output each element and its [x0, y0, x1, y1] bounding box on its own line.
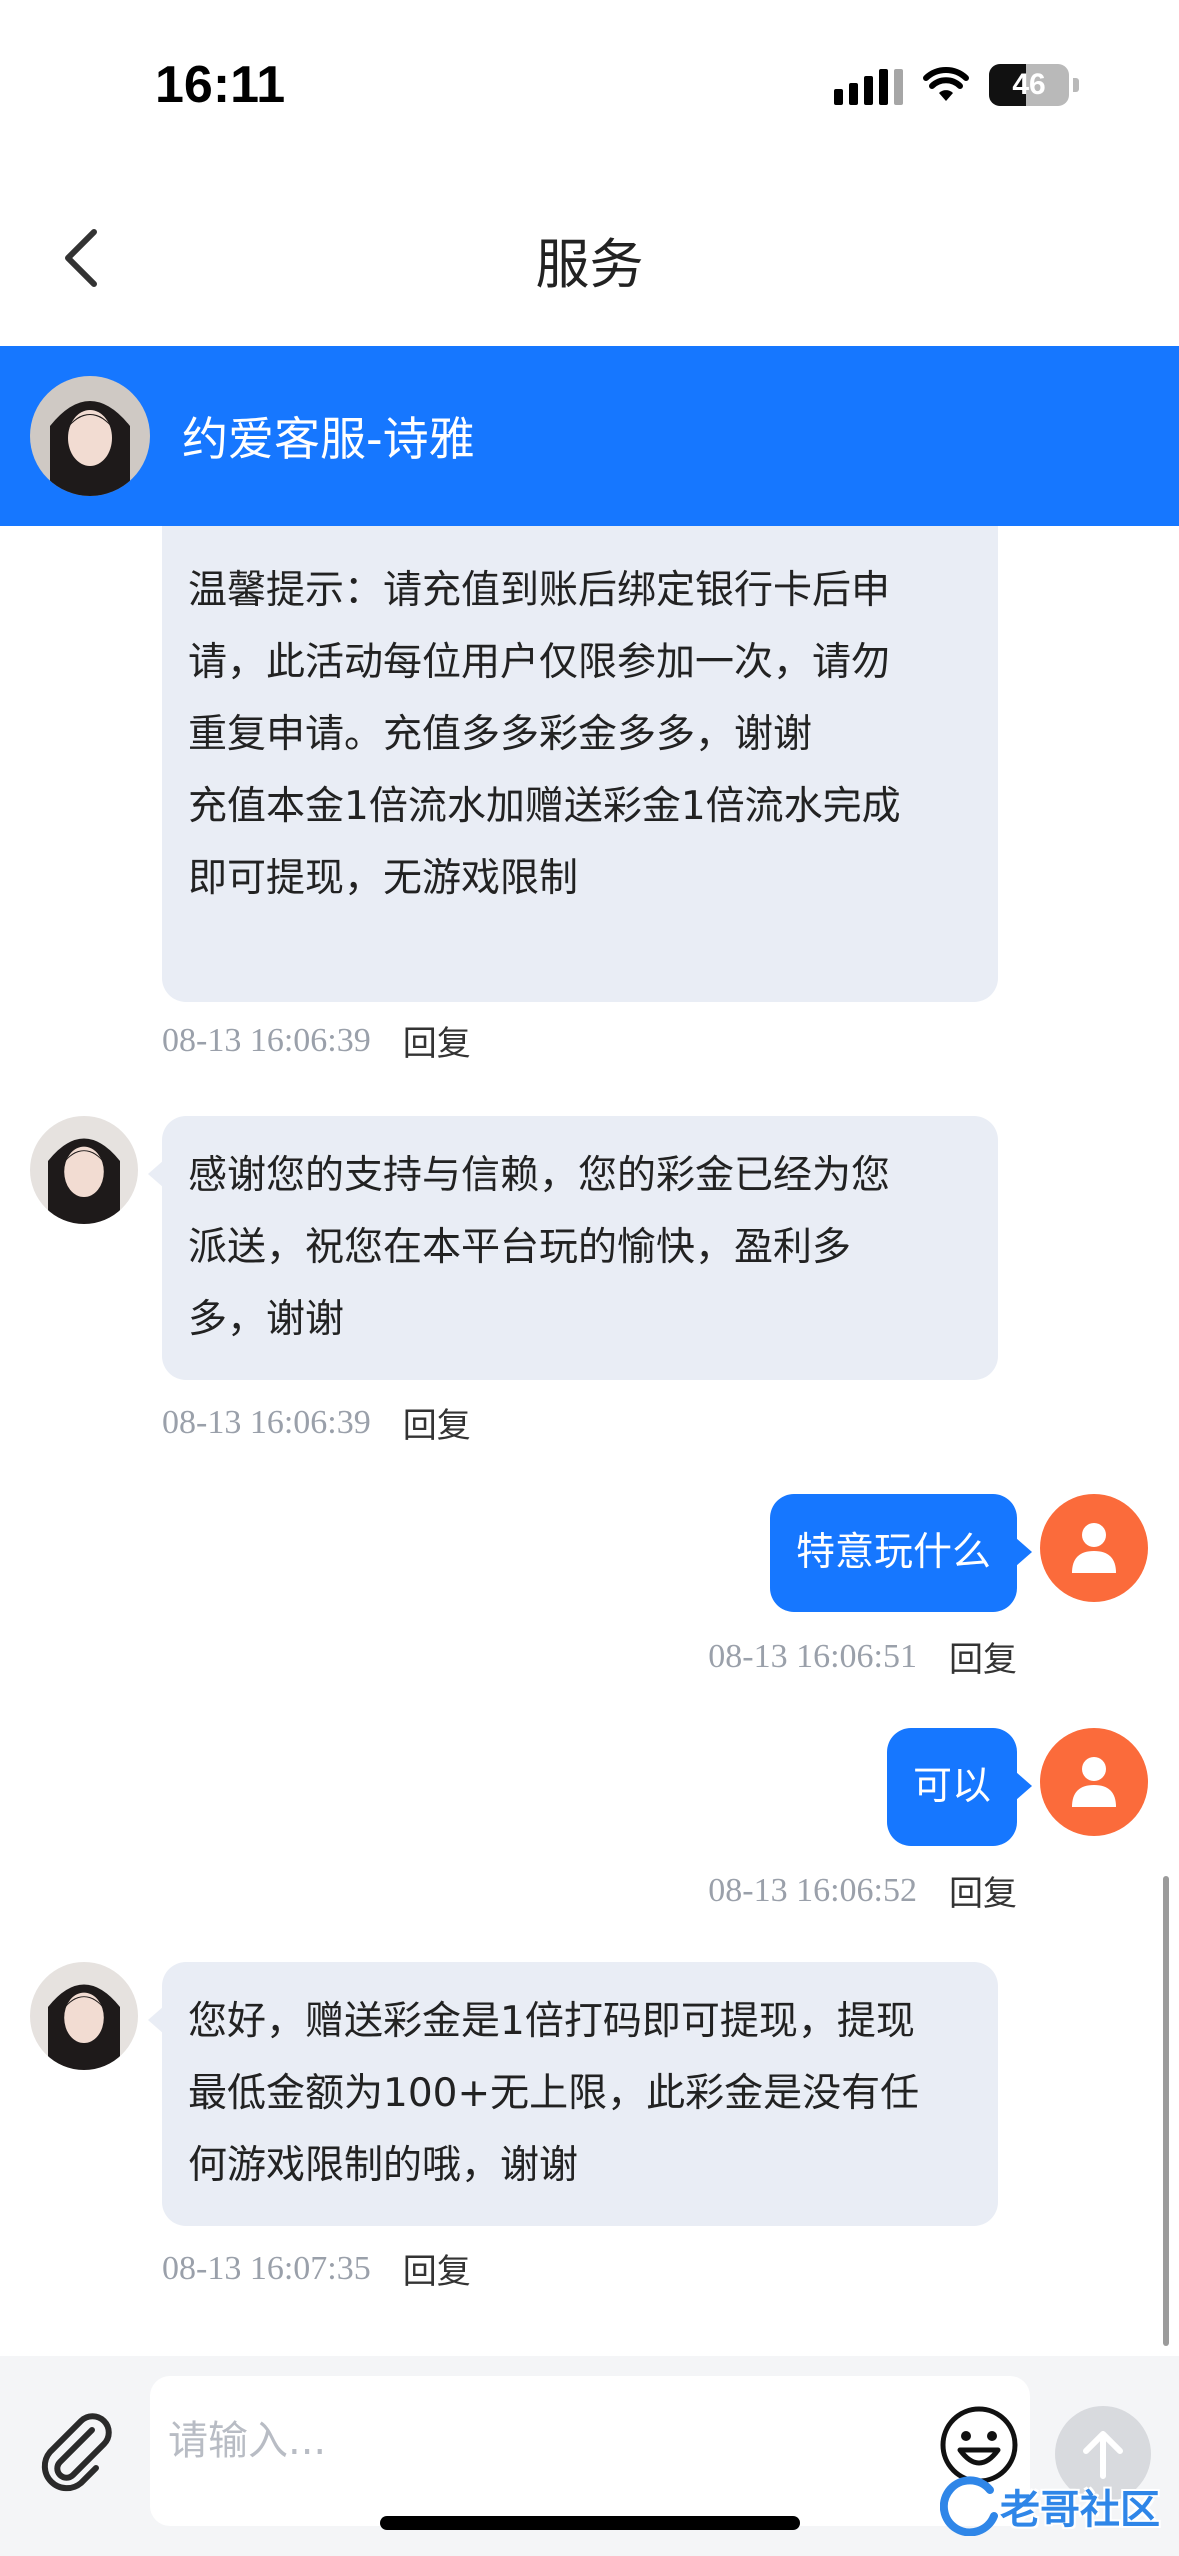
message-meta: 08-13 16:06:39 回复 — [162, 1016, 471, 1065]
message-meta: 08-13 16:07:35 回复 — [162, 2244, 471, 2293]
battery-tip — [1073, 78, 1079, 92]
message-bubble-incoming[interactable]: 感谢您的支持与信赖，您的彩金已经为您 派送，祝您在本平台玩的愉快，盈利多 多，谢… — [162, 1116, 998, 1380]
cellular-signal-icon — [834, 65, 903, 105]
reply-button[interactable]: 回复 — [403, 1398, 471, 1447]
message-line: 请，此活动每位用户仅限参加一次，请勿 — [188, 640, 891, 685]
message-timestamp: 08-13 16:06:39 — [162, 1021, 371, 1059]
message-timestamp: 08-13 16:07:35 — [162, 2249, 371, 2287]
user-icon — [1072, 1523, 1116, 1573]
message-line: 您好，赠送彩金是1倍打码即可提现，提现 — [188, 1999, 915, 2044]
agent-header: 约爱客服-诗雅 — [0, 346, 1179, 526]
reply-button[interactable]: 回复 — [403, 1016, 471, 1065]
message-line: 即可提现，无游戏限制 — [188, 856, 579, 901]
emoji-button[interactable] — [938, 2404, 1020, 2486]
agent-name: 约爱客服-诗雅 — [182, 412, 475, 466]
message-line: 派送，祝您在本平台玩的愉快，盈利多 — [188, 1225, 852, 1270]
message-meta: 08-13 16:06:51 回复 — [708, 1632, 1017, 1681]
message-line: 温馨提示：请充值到账后绑定银行卡后申 — [188, 568, 891, 613]
message-timestamp: 08-13 16:06:39 — [162, 1403, 371, 1441]
status-time: 16:11 — [155, 56, 286, 114]
message-timestamp: 08-13 16:06:52 — [708, 1871, 917, 1909]
message-line: 何游戏限制的哦，谢谢 — [188, 2143, 579, 2188]
user-avatar[interactable] — [1040, 1728, 1148, 1836]
home-indicator[interactable] — [380, 2516, 800, 2530]
battery-level: 46 — [1012, 68, 1046, 101]
message-bubble-outgoing[interactable]: 特意玩什么 — [769, 1494, 1017, 1612]
message-line: 特意玩什么 — [795, 1530, 991, 1575]
status-bar: 16:11 46 — [0, 0, 1179, 170]
bubble-tail — [1016, 1772, 1032, 1800]
reply-button[interactable]: 回复 — [949, 1866, 1017, 1915]
battery-icon: 46 — [989, 64, 1069, 106]
agent-avatar[interactable] — [30, 376, 150, 496]
watermark-text: 老哥社区 — [1000, 2487, 1160, 2533]
message-line: 感谢您的支持与信赖，您的彩金已经为您 — [188, 1153, 891, 1198]
scrollbar[interactable] — [1163, 1876, 1169, 2346]
status-icons: 46 — [834, 64, 1079, 106]
nav-bar: 服务 — [0, 170, 1179, 346]
message-input[interactable] — [150, 2376, 1030, 2526]
watermark-swirl-icon — [940, 2476, 998, 2536]
message-bubble-incoming[interactable]: 您好，赠送彩金是1倍打码即可提现，提现 最低金额为100+无上限，此彩金是没有任… — [162, 1962, 998, 2226]
agent-avatar[interactable] — [30, 1962, 138, 2070]
message-meta: 08-13 16:06:52 回复 — [708, 1866, 1017, 1915]
message-line: 最低金额为100+无上限，此彩金是没有任 — [188, 2071, 920, 2116]
chat-messages[interactable]: 温馨提示：请充值到账后绑定银行卡后申 请，此活动每位用户仅限参加一次，请勿 重复… — [0, 526, 1179, 2356]
smiley-icon — [940, 2406, 1018, 2484]
bubble-tail — [1016, 1538, 1032, 1566]
arrow-up-icon — [1083, 2431, 1123, 2479]
attach-button[interactable] — [34, 2408, 118, 2492]
watermark-logo: 老哥社区 — [940, 2476, 1160, 2536]
reply-button[interactable]: 回复 — [949, 1632, 1017, 1681]
reply-button[interactable]: 回复 — [403, 2244, 471, 2293]
message-bubble-outgoing[interactable]: 可以 — [886, 1728, 1017, 1846]
message-line: 充值本金1倍流水加赠送彩金1倍流水完成 — [188, 784, 901, 829]
message-bubble-incoming[interactable]: 温馨提示：请充值到账后绑定银行卡后申 请，此活动每位用户仅限参加一次，请勿 重复… — [162, 526, 998, 1002]
paperclip-icon — [41, 2413, 112, 2492]
message-timestamp: 08-13 16:06:51 — [708, 1637, 917, 1675]
message-line: 重复申请。充值多多彩金多多，谢谢 — [188, 712, 813, 757]
user-avatar[interactable] — [1040, 1494, 1148, 1602]
message-meta: 08-13 16:06:39 回复 — [162, 1398, 471, 1447]
user-icon — [1072, 1757, 1116, 1807]
agent-avatar[interactable] — [30, 1116, 138, 1224]
message-line: 多，谢谢 — [188, 1297, 345, 1342]
message-line: 可以 — [912, 1764, 991, 1809]
page-title: 服务 — [535, 233, 644, 296]
wifi-icon — [923, 67, 969, 101]
